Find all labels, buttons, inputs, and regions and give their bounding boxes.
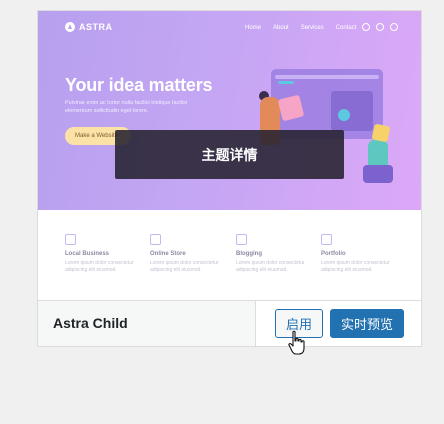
screenshot-hero: ASTRA Home About Services Contact Your i…: [38, 11, 421, 210]
feature-text: Lorem ipsum dolor consectetur adipiscing…: [236, 260, 305, 273]
feature-text: Lorem ipsum dolor consectetur adipiscing…: [150, 260, 219, 273]
hand-pointer-cursor-icon: [288, 330, 305, 355]
nav-item-contact: Contact: [335, 25, 357, 31]
feature-local-business: Local Business Lorem ipsum dolor consect…: [65, 234, 145, 274]
hero-subtitle: Pulvinar enim ac tortor nulla facilisi t…: [65, 100, 187, 114]
portfolio-icon: [321, 234, 332, 245]
building-icon: [65, 234, 76, 245]
nav-item-about: About: [273, 25, 289, 31]
screenshot-features: Local Business Lorem ipsum dolor consect…: [38, 210, 421, 300]
theme-details-button[interactable]: 主题详情: [115, 130, 344, 179]
theme-name-area: Astra Child: [38, 301, 256, 346]
hero-title: Your idea matters: [65, 75, 213, 95]
feature-online-store: Online Store Lorem ipsum dolor consectet…: [150, 234, 230, 274]
bag-icon: [150, 234, 161, 245]
feature-title: Local Business: [65, 251, 110, 257]
twitter-icon: [390, 23, 398, 31]
live-preview-button[interactable]: 实时预览: [330, 309, 404, 338]
feature-blogging: Blogging Lorem ipsum dolor consectetur a…: [236, 234, 316, 274]
feature-portfolio: Portfolio Lorem ipsum dolor consectetur …: [321, 234, 401, 274]
illustration-bar: [278, 81, 294, 84]
feature-title: Online Store: [150, 251, 186, 257]
instagram-icon: [362, 23, 370, 31]
feature-text: Lorem ipsum dolor consectetur adipiscing…: [65, 260, 134, 273]
feature-text: Lorem ipsum dolor consectetur adipiscing…: [321, 260, 390, 273]
facebook-icon: [376, 23, 384, 31]
feature-title: Blogging: [236, 251, 262, 257]
theme-screenshot[interactable]: ASTRA Home About Services Contact Your i…: [38, 11, 421, 300]
screenshot-nav: Home About Services Contact: [245, 25, 356, 31]
screenshot-logo: ASTRA: [65, 22, 113, 32]
nav-item-home: Home: [245, 25, 262, 31]
social-icons: [362, 23, 398, 31]
theme-name: Astra Child: [53, 315, 128, 331]
feature-title: Portfolio: [321, 251, 346, 257]
logo-text: ASTRA: [79, 22, 113, 32]
illustration-yellow-card: [371, 123, 391, 143]
illustration-video-panel: [331, 91, 373, 131]
pencil-icon: [236, 234, 247, 245]
theme-card-footer: Astra Child 启用 实时预览: [38, 300, 421, 346]
illustration-person-right-legs: [363, 165, 393, 183]
theme-card[interactable]: ASTRA Home About Services Contact Your i…: [37, 10, 422, 347]
play-icon: [338, 109, 350, 121]
nav-item-services: Services: [300, 25, 324, 31]
astra-logo-icon: [65, 22, 75, 32]
